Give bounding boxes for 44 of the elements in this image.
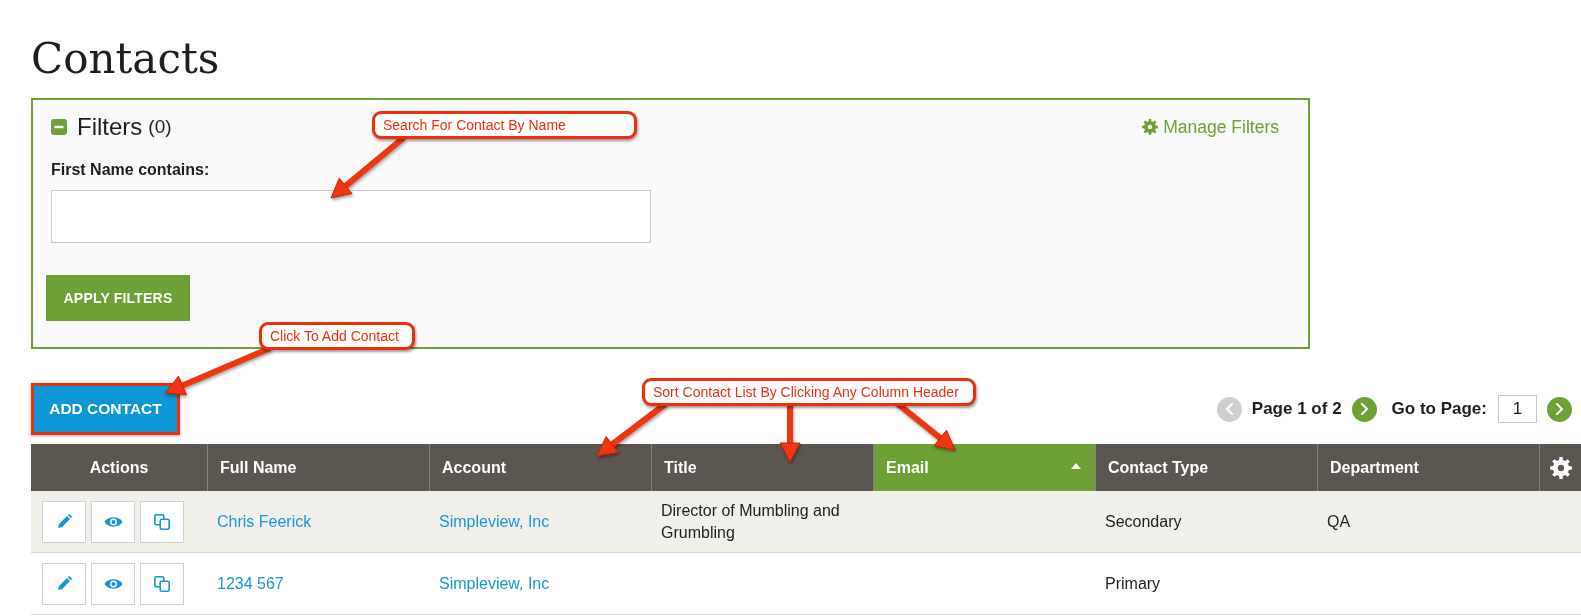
page-title: Contacts [31,35,220,83]
apply-filters-button[interactable]: APPLY FILTERS [46,275,190,321]
copy-button[interactable] [140,562,184,605]
page-number-field[interactable]: 1 [1498,395,1537,423]
table-cell-text: QA [1327,511,1351,532]
chevron-right-icon [1359,403,1369,415]
copy-button[interactable] [140,500,184,543]
filter-count: (0) [148,115,172,139]
contact-name-link[interactable]: Chris Feerick [217,510,312,533]
table-cell-text: Secondary [1105,511,1182,532]
callout-label: Sort Contact List By Clicking Any Column Header [642,378,976,406]
edit-button[interactable] [42,500,86,543]
filters-heading: Filters [77,114,143,140]
page-indicator: Page 1 of 2 [1251,399,1342,419]
edit-button[interactable] [42,562,86,605]
copy-icon [154,575,170,592]
next-page-button[interactable] [1351,396,1377,422]
field-label: First Name contains: [51,160,210,180]
settings-icon[interactable] [1549,456,1572,479]
copy-icon [154,513,170,530]
chevron-left-icon [1224,403,1234,415]
column-header: Actions [88,457,150,478]
filter-input-field[interactable] [51,190,651,243]
column-header[interactable]: Email [873,444,1095,491]
chevron-right-icon [1555,403,1564,415]
eye-icon [103,515,123,528]
callout-label: Search For Contact By Name [372,111,637,139]
view-button[interactable] [91,500,135,543]
eye-icon [103,577,123,590]
table-cell-text: Director of Mumbling and Grumbling [661,500,841,543]
account-link[interactable]: Simpleview, Inc [439,572,550,595]
view-button[interactable] [91,562,135,605]
table-cell-text: Primary [1105,573,1161,594]
callout-label: Click To Add Contact [259,322,415,350]
collapse-icon[interactable] [51,119,67,135]
account-link[interactable]: Simpleview, Inc [439,510,550,533]
pencil-icon [56,514,72,529]
go-to-page-button[interactable] [1547,396,1572,422]
pencil-icon [56,576,72,591]
add-contact-button[interactable]: ADD CONTACT [31,383,180,435]
go-to-page-label: Go to Page: [1391,399,1487,419]
contact-name-link[interactable]: 1234 567 [217,572,284,595]
manage-filters-link[interactable]: Manage Filters [1142,116,1279,138]
gear-icon [1142,119,1159,135]
